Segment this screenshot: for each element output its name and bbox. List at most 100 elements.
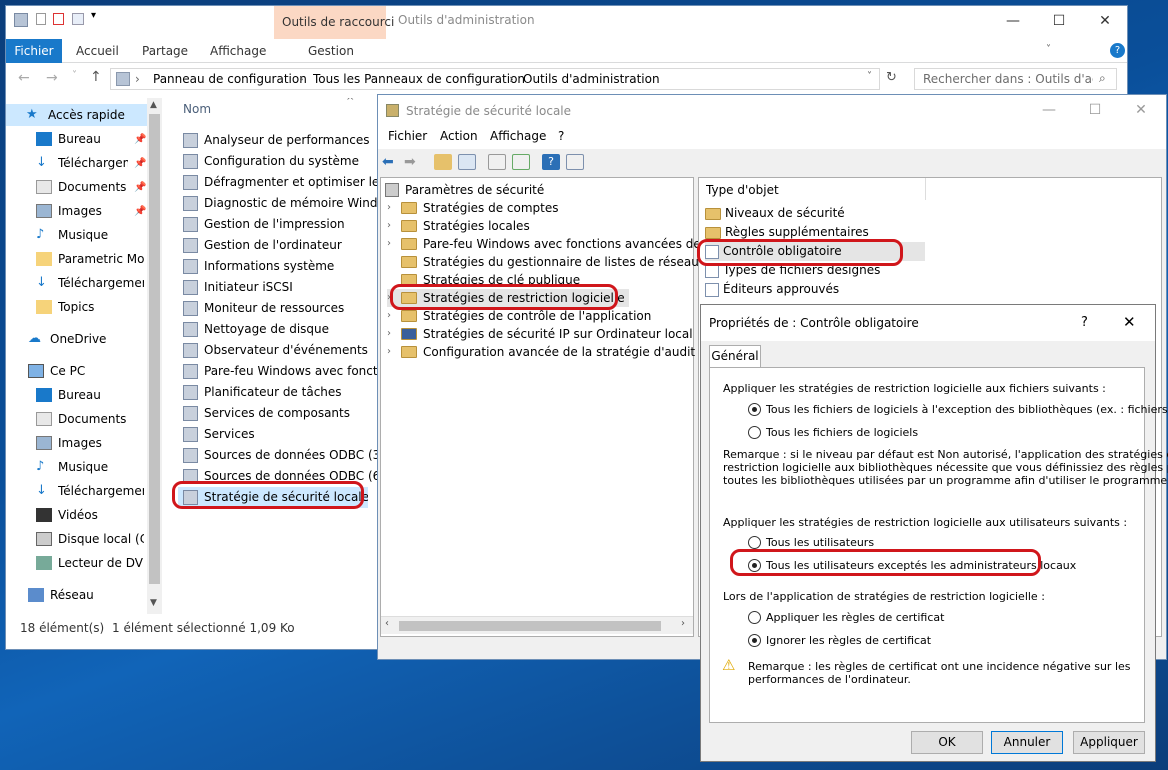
expand-chevron-icon[interactable]: ›: [387, 307, 395, 325]
quick-access-dropdown-icon[interactable]: ▾: [91, 10, 96, 21]
pin-icon[interactable]: 📌: [134, 206, 146, 217]
radio-apply-certificate-rules[interactable]: Appliquer les règles de certificat: [748, 611, 944, 624]
address-dropdown-icon[interactable]: ˅: [867, 71, 872, 82]
file-list-item[interactable]: Pare-feu Windows avec fonctions: [183, 361, 378, 382]
file-list-item[interactable]: Sources de données ODBC (32 bit: [183, 445, 378, 466]
tree-root[interactable]: Paramètres de sécurité: [385, 181, 544, 199]
file-list-item[interactable]: Planificateur de tâches: [183, 382, 378, 403]
expand-chevron-icon[interactable]: ›: [387, 217, 395, 235]
close-button[interactable]: ✕: [1082, 6, 1128, 36]
ok-button[interactable]: OK: [911, 731, 983, 754]
tree-item[interactable]: › Stratégies de sécurité IP sur Ordinateu…: [387, 325, 693, 343]
help-icon[interactable]: ?: [1110, 43, 1125, 58]
nav-item[interactable]: ♪ Musique: [6, 456, 146, 478]
expand-chevron-icon[interactable]: ›: [387, 343, 395, 361]
cancel-button[interactable]: Annuler: [991, 731, 1063, 754]
pin-icon[interactable]: 📌: [134, 134, 146, 145]
file-list-item[interactable]: Services de composants: [183, 403, 378, 424]
radio-ignore-certificate-rules[interactable]: Ignorer les règles de certificat: [748, 634, 931, 647]
object-item[interactable]: Niveaux de sécurité: [705, 204, 845, 223]
file-list-item[interactable]: Configuration du système: [183, 151, 378, 172]
tree-item[interactable]: › Configuration avancée de la stratégie d…: [387, 343, 695, 361]
properties-icon[interactable]: [36, 13, 46, 25]
file-list-item[interactable]: Nettoyage de disque: [183, 319, 378, 340]
menu-affichage[interactable]: Affichage: [490, 129, 546, 143]
show-tree-icon[interactable]: [458, 154, 476, 170]
scroll-right-icon[interactable]: ›: [681, 618, 685, 629]
column-header-type[interactable]: Type d'objet: [706, 183, 779, 197]
new-folder-icon[interactable]: [72, 13, 84, 25]
help-icon[interactable]: ?: [542, 154, 560, 170]
apply-button[interactable]: Appliquer: [1073, 731, 1145, 754]
column-header-name[interactable]: Nom: [183, 102, 211, 116]
tab-fichier[interactable]: Fichier: [6, 39, 62, 63]
expand-chevron-icon[interactable]: ›: [387, 325, 395, 343]
nav-item[interactable]: Vidéos: [6, 504, 146, 526]
menu-help[interactable]: ?: [558, 129, 564, 143]
pin-icon[interactable]: 📌: [134, 182, 146, 193]
recent-locations-icon[interactable]: ˅: [72, 70, 77, 81]
mmc-close-button[interactable]: ✕: [1118, 95, 1164, 125]
mmc-maximize-button[interactable]: ☐: [1072, 95, 1118, 125]
back-icon[interactable]: ←: [18, 70, 30, 86]
nav-item[interactable]: Images: [6, 200, 146, 222]
file-list-item[interactable]: Services: [183, 424, 378, 445]
forward-icon[interactable]: ➡: [404, 154, 422, 170]
tab-general[interactable]: Général: [709, 345, 761, 368]
forward-icon[interactable]: →: [46, 70, 58, 86]
dialog-help-button[interactable]: ?: [1081, 315, 1088, 330]
file-list-item[interactable]: Initiateur iSCSI: [183, 277, 378, 298]
refresh-icon[interactable]: ↻: [886, 70, 897, 85]
file-list-item[interactable]: Gestion de l'ordinateur: [183, 235, 378, 256]
up-icon[interactable]: ↑: [90, 69, 102, 85]
tab-gestion[interactable]: Gestion: [300, 39, 362, 63]
tree-horizontal-scrollbar[interactable]: ‹ ›: [381, 616, 693, 634]
scroll-thumb[interactable]: [149, 114, 160, 584]
menu-fichier[interactable]: Fichier: [388, 129, 427, 143]
nav-item[interactable]: Images: [6, 432, 146, 454]
nav-item[interactable]: Documents: [6, 408, 146, 430]
scroll-up-icon[interactable]: ▲: [150, 100, 157, 110]
minimize-button[interactable]: —: [990, 6, 1036, 36]
nav-item[interactable]: Parametric Mod: [6, 248, 146, 270]
pin-icon[interactable]: 📌: [134, 158, 146, 169]
radio-exclude-libraries[interactable]: Tous les fichiers de logiciels à l'excep…: [748, 403, 1168, 416]
nav-item[interactable]: Lecteur de DVD (: [6, 552, 146, 574]
breadcrumb-item[interactable]: Outils d'administration: [523, 72, 660, 86]
tab-partage[interactable]: Partage: [134, 39, 196, 63]
object-item[interactable]: Éditeurs approuvés: [705, 280, 839, 299]
nav-item[interactable]: ↓Téléchargement: [6, 480, 146, 502]
tree-item[interactable]: › Stratégies de comptes: [387, 199, 559, 217]
nav-item[interactable]: Réseau: [6, 584, 146, 606]
nav-item[interactable]: ↓Téléchargement: [6, 272, 146, 294]
file-list-item[interactable]: Observateur d'événements: [183, 340, 378, 361]
nav-item[interactable]: Topics: [6, 296, 146, 318]
file-list-item[interactable]: Informations système: [183, 256, 378, 277]
scroll-thumb[interactable]: [399, 621, 661, 631]
nav-item[interactable]: ☁ OneDrive: [6, 328, 146, 350]
radio-all-files[interactable]: Tous les fichiers de logiciels: [748, 426, 918, 439]
dialog-close-button[interactable]: ✕: [1123, 313, 1136, 331]
mmc-minimize-button[interactable]: —: [1026, 95, 1072, 125]
ribbon-collapse-icon[interactable]: ˅: [1046, 44, 1051, 55]
breadcrumb-item[interactable]: Panneau de configuration: [153, 72, 307, 86]
menu-action[interactable]: Action: [440, 129, 478, 143]
file-list-item[interactable]: Diagnostic de mémoire Windows: [183, 193, 378, 214]
expand-chevron-icon[interactable]: ›: [387, 199, 395, 217]
properties-icon[interactable]: [488, 154, 506, 170]
checklist-icon[interactable]: [53, 13, 64, 25]
search-input[interactable]: Rechercher dans : Outils d'ad... ⌕: [914, 68, 1117, 90]
scroll-left-icon[interactable]: ‹: [385, 618, 389, 629]
file-list-item[interactable]: Moniteur de ressources: [183, 298, 378, 319]
export-icon[interactable]: [512, 154, 530, 170]
file-list-item[interactable]: Gestion de l'impression: [183, 214, 378, 235]
nav-item[interactable]: Ce PC: [6, 360, 146, 382]
tree-item[interactable]: › Stratégies locales: [387, 217, 530, 235]
tab-accueil[interactable]: Accueil: [68, 39, 127, 63]
maximize-button[interactable]: ☐: [1036, 6, 1082, 36]
file-list-item[interactable]: Défragmenter et optimiser les lec: [183, 172, 378, 193]
expand-chevron-icon[interactable]: ›: [387, 235, 395, 253]
address-bar[interactable]: › Panneau de configuration › Tous les Pa…: [110, 68, 880, 90]
tree-item[interactable]: ›Stratégies du gestionnaire de listes de…: [387, 253, 706, 271]
nav-item[interactable]: ♪ Musique: [6, 224, 146, 246]
